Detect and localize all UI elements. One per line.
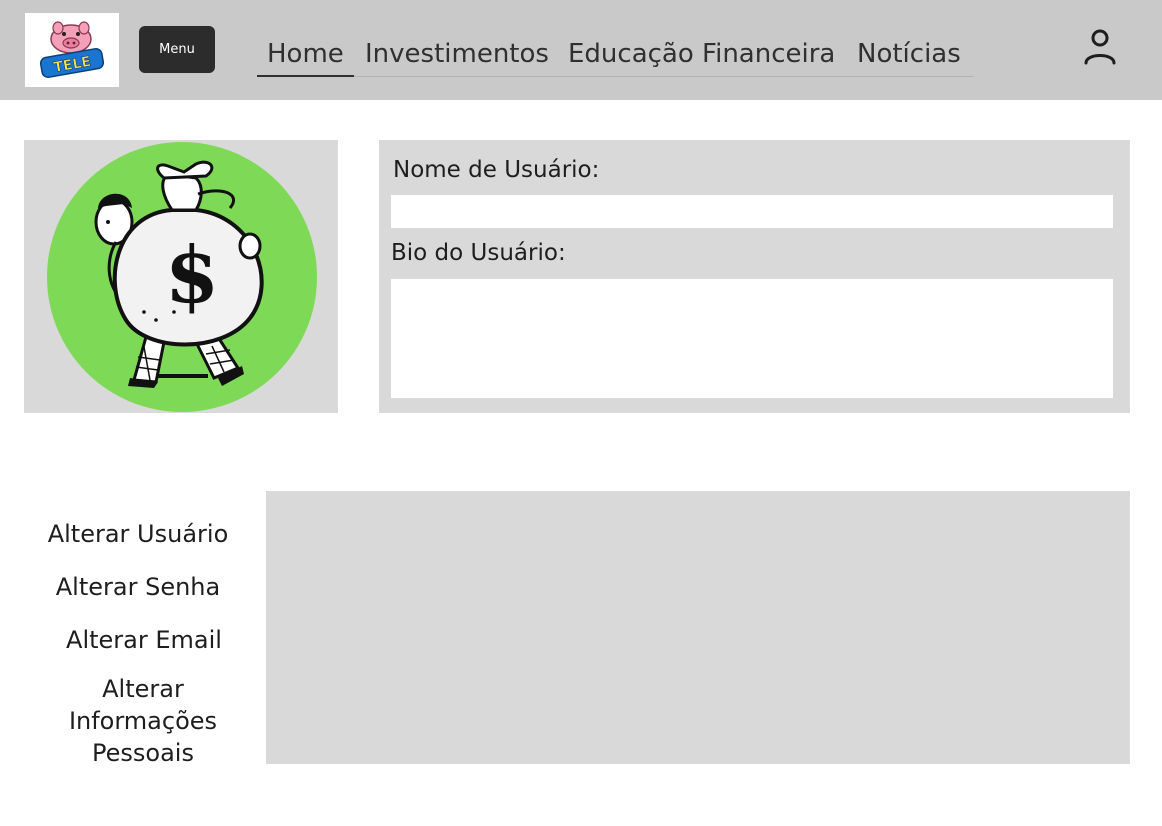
person-icon — [1084, 29, 1116, 65]
nav-tab-noticias[interactable]: Notícias — [857, 36, 961, 75]
alterar-informacoes-pessoais-link[interactable]: Alterar Informações Pessoais — [56, 673, 230, 769]
nav-tab-investimentos[interactable]: Investimentos — [365, 36, 549, 75]
menu-button[interactable]: Menu — [139, 26, 215, 73]
user-profile-icon[interactable] — [1080, 27, 1120, 71]
top-header: TELE Menu Home Investimentos Educação Fi… — [0, 0, 1162, 100]
alterar-usuario-link[interactable]: Alterar Usuário — [40, 518, 236, 550]
username-label: Nome de Usuário: — [393, 157, 600, 183]
profile-avatar-panel: $ — [24, 140, 338, 413]
bio-label: Bio do Usuário: — [391, 240, 566, 266]
alterar-email-link[interactable]: Alterar Email — [46, 624, 242, 656]
money-bag-man-illustration-icon: $ — [47, 142, 317, 412]
profile-info-panel: Nome de Usuário: Bio do Usuário: — [379, 140, 1130, 413]
svg-text:$: $ — [165, 230, 219, 321]
nav-tab-home[interactable]: Home — [257, 36, 354, 77]
username-input[interactable] — [391, 195, 1113, 228]
alterar-senha-link[interactable]: Alterar Senha — [40, 571, 236, 603]
nav-tab-educacao-financeira[interactable]: Educação Financeira — [568, 36, 835, 75]
main-nav: Home Investimentos Educação Financeira N… — [257, 30, 974, 77]
settings-content-panel — [266, 491, 1130, 764]
bio-textarea[interactable] — [391, 279, 1113, 398]
logo[interactable]: TELE — [25, 13, 119, 87]
piggy-bank-logo-icon: TELE — [39, 21, 105, 79]
